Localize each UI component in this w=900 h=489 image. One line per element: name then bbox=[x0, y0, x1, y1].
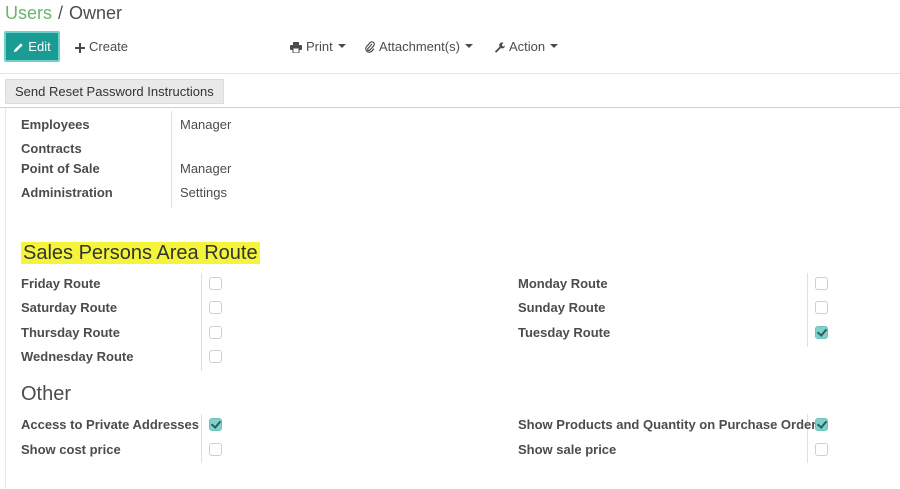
field-value-point-of-sale: Manager bbox=[180, 161, 232, 176]
route-label-monday: Monday Route bbox=[518, 276, 608, 291]
chevron-down-icon bbox=[550, 44, 559, 48]
field-label-employees: Employees bbox=[21, 117, 90, 132]
breadcrumb-separator: / bbox=[58, 3, 64, 23]
route-label-wednesday: Wednesday Route bbox=[21, 349, 134, 364]
route-label-sunday: Sunday Route bbox=[518, 300, 606, 315]
field-label-contracts: Contracts bbox=[21, 141, 82, 156]
edit-button[interactable]: Edit bbox=[4, 31, 60, 62]
field-label-show-sale-price: Show sale price bbox=[518, 442, 617, 457]
checkbox-show-products-qty-po[interactable] bbox=[815, 418, 828, 431]
field-label-show-cost-price: Show cost price bbox=[21, 442, 121, 457]
plus-icon bbox=[75, 43, 85, 53]
section-title-other: Other bbox=[21, 383, 72, 405]
route-label-friday: Friday Route bbox=[21, 276, 101, 291]
send-reset-password-button[interactable]: Send Reset Password Instructions bbox=[5, 79, 224, 104]
route-checkbox-friday[interactable] bbox=[209, 277, 222, 290]
chevron-down-icon bbox=[464, 44, 473, 48]
section-title-highlight: Sales Persons Area Route bbox=[21, 242, 260, 264]
field-value-administration: Settings bbox=[180, 185, 227, 200]
group-divider bbox=[201, 414, 202, 463]
attachment-dropdown-label: Attachment(s) bbox=[379, 39, 460, 54]
action-dropdown[interactable]: Action bbox=[494, 38, 559, 56]
create-button[interactable]: Create bbox=[75, 38, 128, 56]
route-label-tuesday: Tuesday Route bbox=[518, 325, 611, 340]
chevron-down-icon bbox=[337, 44, 346, 48]
action-dropdown-label: Action bbox=[509, 39, 546, 54]
paperclip-icon bbox=[365, 41, 375, 53]
print-dropdown[interactable]: Print bbox=[290, 38, 346, 56]
route-checkbox-tuesday[interactable] bbox=[815, 326, 828, 339]
section-title-sales-routes: Sales Persons Area Route bbox=[21, 241, 260, 265]
checkbox-private-addresses[interactable] bbox=[209, 418, 222, 431]
field-label-point-of-sale: Point of Sale bbox=[21, 161, 100, 176]
route-label-saturday: Saturday Route bbox=[21, 300, 118, 315]
route-checkbox-saturday[interactable] bbox=[209, 301, 222, 314]
form-statusbar: Send Reset Password Instructions bbox=[0, 74, 900, 108]
field-value-employees: Manager bbox=[180, 117, 232, 132]
checkbox-show-sale-price[interactable] bbox=[815, 443, 828, 456]
group-divider bbox=[201, 273, 202, 371]
group-divider bbox=[171, 111, 172, 208]
route-checkbox-thursday[interactable] bbox=[209, 326, 222, 339]
field-label-private-addresses: Access to Private Addresses bbox=[21, 417, 200, 432]
route-label-thursday: Thursday Route bbox=[21, 325, 120, 340]
checkbox-show-cost-price[interactable] bbox=[209, 443, 222, 456]
edit-button-label: Edit bbox=[28, 39, 51, 54]
group-divider bbox=[807, 273, 808, 347]
control-panel: Users / Owner Edit Create Print Attachment… bbox=[0, 0, 900, 74]
breadcrumb-users-link[interactable]: Users bbox=[5, 3, 52, 23]
route-checkbox-sunday[interactable] bbox=[815, 301, 828, 314]
field-label-administration: Administration bbox=[21, 185, 113, 200]
print-dropdown-label: Print bbox=[306, 39, 333, 54]
printer-icon bbox=[290, 42, 302, 53]
create-button-label: Create bbox=[89, 39, 129, 54]
route-checkbox-wednesday[interactable] bbox=[209, 350, 222, 363]
breadcrumb: Users / Owner bbox=[5, 2, 122, 24]
wrench-icon bbox=[494, 42, 505, 53]
route-checkbox-monday[interactable] bbox=[815, 277, 828, 290]
breadcrumb-current: Owner bbox=[69, 3, 123, 23]
field-label-show-products-qty-po: Show Products and Quantity on Purchase O… bbox=[518, 417, 817, 432]
sheet-left-border bbox=[5, 108, 6, 489]
pencil-icon bbox=[14, 43, 23, 53]
attachment-dropdown[interactable]: Attachment(s) bbox=[365, 38, 473, 56]
